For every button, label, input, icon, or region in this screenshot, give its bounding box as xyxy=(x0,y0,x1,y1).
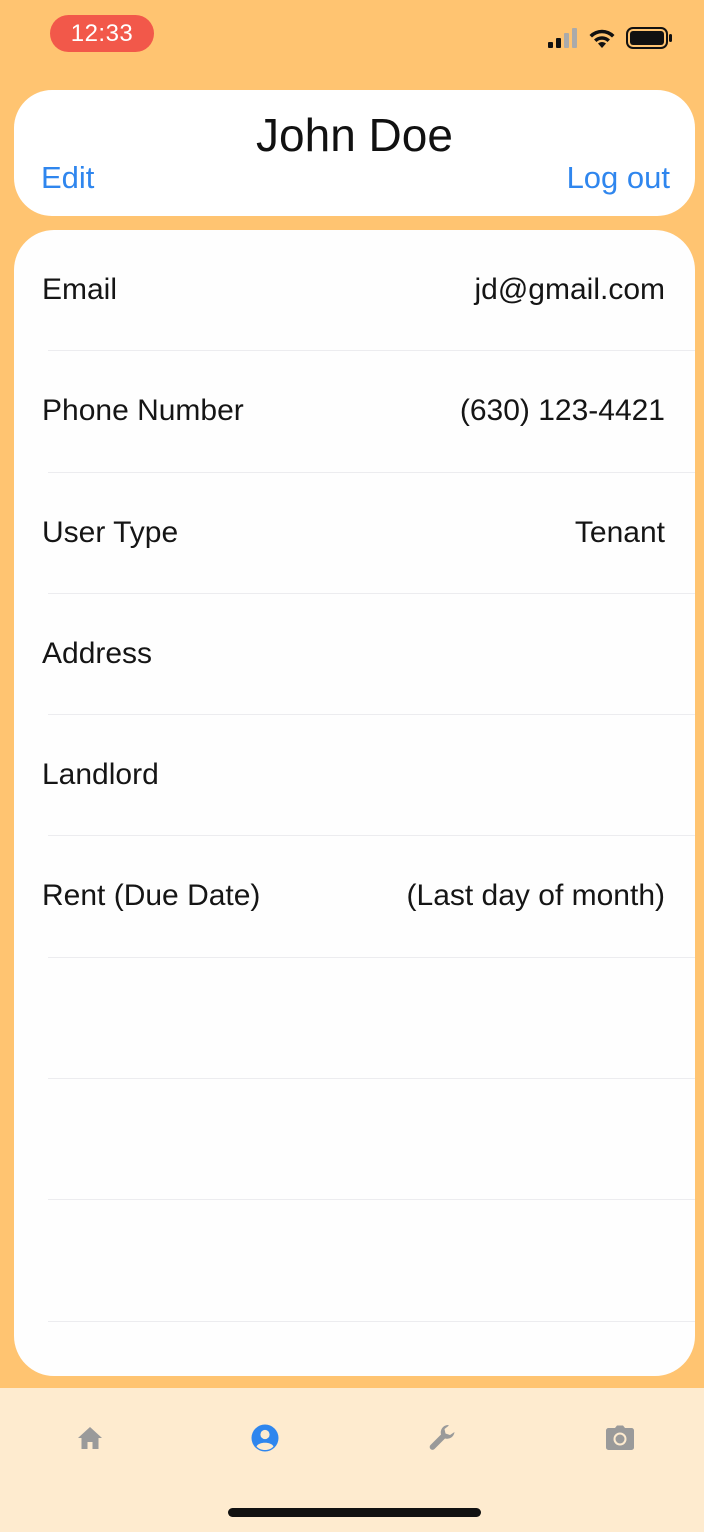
wifi-icon xyxy=(589,29,615,48)
tab-profile[interactable] xyxy=(235,1408,295,1468)
row-empty xyxy=(14,958,695,1080)
row-user-type: User Type Tenant xyxy=(14,473,695,595)
cellular-signal-icon xyxy=(548,28,577,48)
edit-button[interactable]: Edit xyxy=(41,160,94,196)
row-landlord: Landlord xyxy=(14,715,695,837)
row-label: Rent (Due Date) xyxy=(42,879,261,913)
user-name: John Doe xyxy=(256,109,453,161)
email-value: jd@gmail.com xyxy=(474,273,665,306)
row-label: Email xyxy=(42,273,118,306)
row-email: Email jd@gmail.com xyxy=(14,230,695,352)
profile-details-list: Email jd@gmail.com Phone Number (630) 12… xyxy=(14,230,695,1376)
row-rent-due-date: Rent (Due Date) (Last day of month) xyxy=(14,836,695,959)
wrench-icon xyxy=(429,1425,455,1450)
row-label: User Type xyxy=(42,515,179,549)
row-label: Phone Number xyxy=(42,394,244,428)
profile-screen: 12:33 John Doe Edit Log out Email jd@gma… xyxy=(0,0,704,1532)
rent-due-date-value: (Last day of month) xyxy=(406,879,665,913)
row-label: Landlord xyxy=(42,758,159,792)
row-empty xyxy=(14,1079,695,1201)
profile-header: John Doe Edit Log out xyxy=(14,90,695,216)
row-empty xyxy=(14,1200,695,1322)
battery-icon xyxy=(626,27,672,49)
home-icon xyxy=(78,1427,102,1449)
camera-icon xyxy=(606,1425,634,1450)
status-time: 12:33 xyxy=(50,15,154,52)
home-indicator[interactable] xyxy=(228,1508,481,1517)
user-type-value: Tenant xyxy=(574,515,665,549)
row-phone: Phone Number (630) 123-4421 xyxy=(14,351,695,473)
tab-maintenance[interactable] xyxy=(413,1408,473,1468)
row-address: Address xyxy=(14,594,695,716)
status-bar: 12:33 xyxy=(0,0,704,70)
phone-value: (630) 123-4421 xyxy=(459,394,665,428)
status-icons xyxy=(548,24,672,52)
tab-home[interactable] xyxy=(60,1408,120,1468)
row-label: Address xyxy=(42,636,153,670)
profile-icon xyxy=(251,1424,279,1452)
tab-camera[interactable] xyxy=(590,1408,650,1468)
logout-button[interactable]: Log out xyxy=(567,160,670,196)
